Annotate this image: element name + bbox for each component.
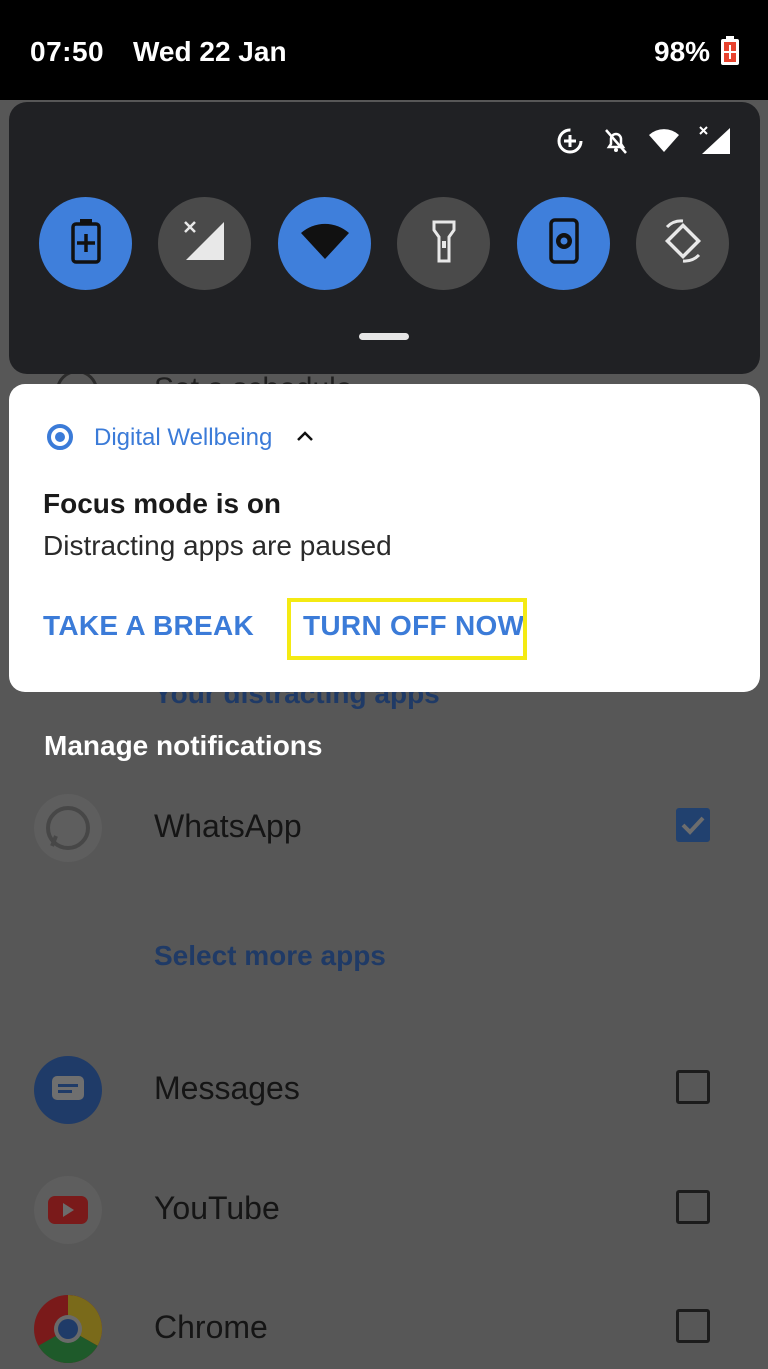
- whatsapp-checkbox[interactable]: [676, 808, 710, 842]
- battery-charging-icon: [720, 36, 740, 71]
- messages-checkbox[interactable]: [676, 1070, 710, 1104]
- chrome-icon: [34, 1295, 102, 1363]
- select-more-apps-link[interactable]: Select more apps: [154, 940, 386, 972]
- app-name: WhatsApp: [154, 808, 302, 844]
- battery-plus-icon: [69, 218, 103, 269]
- notification-text: Distracting apps are paused: [43, 530, 392, 561]
- wifi-icon: [648, 128, 680, 159]
- notification-app-name: Digital Wellbeing: [94, 424, 273, 451]
- app-row-youtube[interactable]: YouTube: [0, 1170, 768, 1250]
- app-row-whatsapp[interactable]: WhatsApp: [0, 788, 768, 868]
- quick-settings-panel: [9, 102, 760, 374]
- data-saver-icon: [556, 127, 584, 160]
- app-row-chrome[interactable]: Chrome: [0, 1289, 768, 1369]
- messages-icon: [34, 1056, 102, 1124]
- notification-title: Focus mode is on: [43, 488, 282, 519]
- auto-rotate-tile[interactable]: [636, 197, 729, 290]
- app-row-messages[interactable]: Messages: [0, 1050, 768, 1130]
- qs-status-icons: [556, 126, 732, 161]
- app-name: Messages: [154, 1070, 300, 1106]
- highlight-box: [287, 598, 527, 660]
- signal-no-data-icon: [698, 126, 732, 161]
- battery-saver-tile[interactable]: [39, 197, 132, 290]
- flashlight-icon: [431, 219, 457, 268]
- chrome-checkbox[interactable]: [676, 1309, 710, 1343]
- take-a-break-button[interactable]: TAKE A BREAK: [43, 610, 254, 642]
- whatsapp-icon: [34, 794, 102, 862]
- youtube-checkbox[interactable]: [676, 1190, 710, 1224]
- drag-handle[interactable]: [359, 333, 409, 340]
- phone-aperture-icon: [548, 218, 580, 269]
- app-name: Chrome: [154, 1309, 268, 1345]
- mobile-data-tile[interactable]: [158, 197, 251, 290]
- flashlight-tile[interactable]: [397, 197, 490, 290]
- wifi-icon: [299, 221, 351, 266]
- battery-percent: 98%: [654, 36, 711, 67]
- chevron-up-icon[interactable]: [296, 429, 314, 447]
- rotate-icon: [660, 218, 706, 269]
- app-name: YouTube: [154, 1190, 280, 1226]
- do-not-disturb-off-icon: [602, 127, 630, 160]
- wifi-tile[interactable]: [278, 197, 371, 290]
- status-bar: 07:50 Wed 22 Jan 98%: [0, 0, 768, 100]
- manage-notifications-heading: Manage notifications: [44, 730, 323, 761]
- screen-cast-tile[interactable]: [517, 197, 610, 290]
- date: Wed 22 Jan: [133, 36, 287, 67]
- clock: 07:50: [30, 36, 105, 67]
- digital-wellbeing-icon: [47, 424, 73, 450]
- signal-no-data-icon: [182, 220, 228, 267]
- youtube-icon: [34, 1176, 102, 1244]
